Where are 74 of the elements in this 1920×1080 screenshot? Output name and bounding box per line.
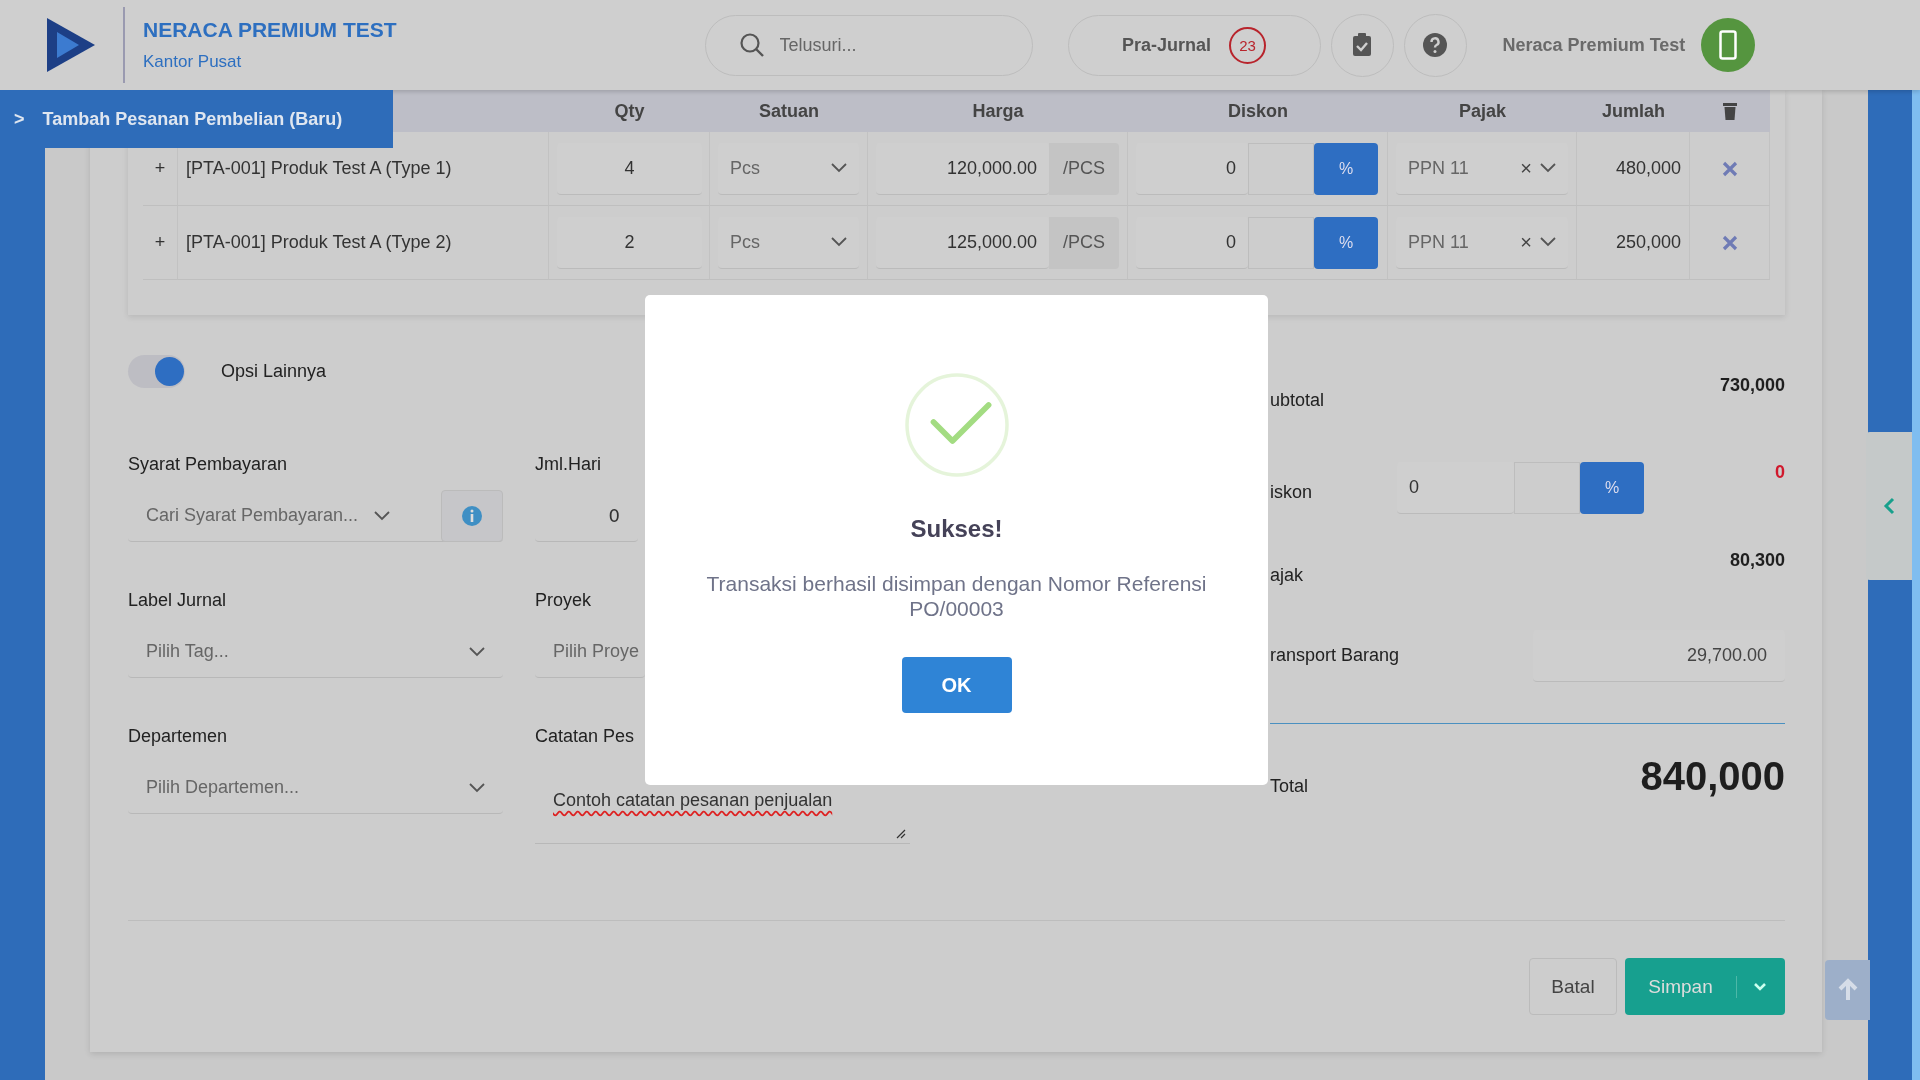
- search-icon: [738, 31, 765, 58]
- discount-label: iskon: [1270, 482, 1313, 503]
- dialog-message: Transaksi berhasil disimpan dengan Nomor Referensi PO/00003: [705, 571, 1208, 621]
- field-label: Catatan Pes: [535, 724, 636, 748]
- field-label: Syarat Pembayaran: [128, 452, 289, 476]
- department-select[interactable]: Pilih Departemen...: [128, 762, 503, 814]
- unit-addon: /PCS: [1049, 142, 1119, 195]
- field-label: Label Jurnal: [128, 588, 228, 612]
- ok-button[interactable]: OK: [901, 657, 1012, 713]
- help-icon: [1422, 32, 1449, 58]
- product-name: [PTA-001] Produk Test A (Type 1): [186, 158, 452, 179]
- clipboard-check-icon: [1352, 33, 1373, 57]
- chevron-down-icon: [374, 510, 391, 521]
- column-header: Diskon: [1128, 90, 1388, 132]
- discount-value-input[interactable]: [1514, 462, 1581, 514]
- amount-text: 250,000: [1615, 232, 1681, 253]
- product-name: [PTA-001] Produk Test A (Type 2): [186, 232, 452, 253]
- column-header: Jumlah: [1577, 90, 1690, 132]
- amount-text: 480,000: [1615, 158, 1681, 179]
- column-header: Harga: [868, 90, 1128, 132]
- days-input[interactable]: 0: [535, 490, 638, 542]
- expand-toggle[interactable]: +: [154, 232, 166, 253]
- transport-label: ransport Barang: [1270, 645, 1400, 666]
- percent-button[interactable]: %: [1580, 462, 1645, 514]
- chevron-down-icon: [469, 646, 485, 657]
- discount-value-input[interactable]: [1248, 216, 1314, 269]
- scroll-top-button[interactable]: [1825, 960, 1870, 1020]
- discount-value: 0: [1775, 462, 1785, 483]
- payment-terms-select[interactable]: Cari Syarat Pembayaran...: [128, 490, 503, 542]
- dialog-title: Sukses!: [910, 515, 1003, 543]
- tax-label: ajak: [1270, 565, 1304, 586]
- logo-icon: [45, 16, 97, 74]
- total-label: Total: [1270, 776, 1309, 797]
- branch-name: Kantor Pusat: [143, 52, 243, 72]
- search-field[interactable]: Telusuri...: [704, 14, 1033, 76]
- count-badge: 23: [1229, 26, 1267, 64]
- delete-icon[interactable]: [1721, 234, 1738, 251]
- discount-value-input[interactable]: [1248, 142, 1314, 195]
- tag-select[interactable]: Pilih Tag...: [128, 626, 503, 678]
- caret-icon: [1753, 982, 1767, 991]
- field-label: Jml.Hari: [535, 452, 602, 476]
- column-header: Qty: [549, 90, 710, 132]
- tax-value: 80,300: [1729, 550, 1785, 571]
- total-value: 840,000: [1640, 754, 1785, 799]
- arrow-up-icon: [1836, 978, 1859, 1002]
- chevron-down-icon: [1540, 163, 1556, 173]
- company-name: NERACA PREMIUM TEST: [143, 18, 397, 42]
- field-label: Proyek: [535, 588, 593, 612]
- cancel-button[interactable]: Batal: [1529, 958, 1617, 1015]
- chevron-down-icon: [831, 163, 847, 173]
- user-name: Neraca Premium Test: [1502, 34, 1686, 56]
- chevron-down-icon: [1540, 237, 1556, 247]
- percent-button[interactable]: %: [1314, 142, 1378, 195]
- options-label: Opsi Lainnya: [221, 361, 327, 382]
- chevron-down-icon: [469, 782, 485, 793]
- field-label: Departemen: [128, 724, 229, 748]
- subtotal-value: 730,000: [1719, 375, 1785, 396]
- options-toggle[interactable]: [128, 355, 185, 388]
- user-avatar[interactable]: [1701, 18, 1756, 72]
- expand-toggle[interactable]: +: [154, 158, 166, 179]
- chevron-left-icon: [1883, 497, 1895, 515]
- info-icon: [461, 504, 483, 527]
- unit-addon: /PCS: [1049, 216, 1119, 269]
- column-header: Pajak: [1388, 90, 1577, 132]
- delete-icon[interactable]: [1721, 160, 1738, 177]
- subtotal-label: ubtotal: [1270, 390, 1325, 411]
- trash-icon[interactable]: [1723, 102, 1737, 120]
- resize-handle-icon: [896, 829, 906, 839]
- percent-button[interactable]: %: [1314, 216, 1378, 269]
- column-header: Satuan: [710, 90, 868, 132]
- chevron-down-icon: [831, 237, 847, 247]
- info-button[interactable]: [441, 489, 503, 542]
- phone-icon: [1719, 30, 1738, 60]
- check-circle-icon: [904, 373, 1009, 477]
